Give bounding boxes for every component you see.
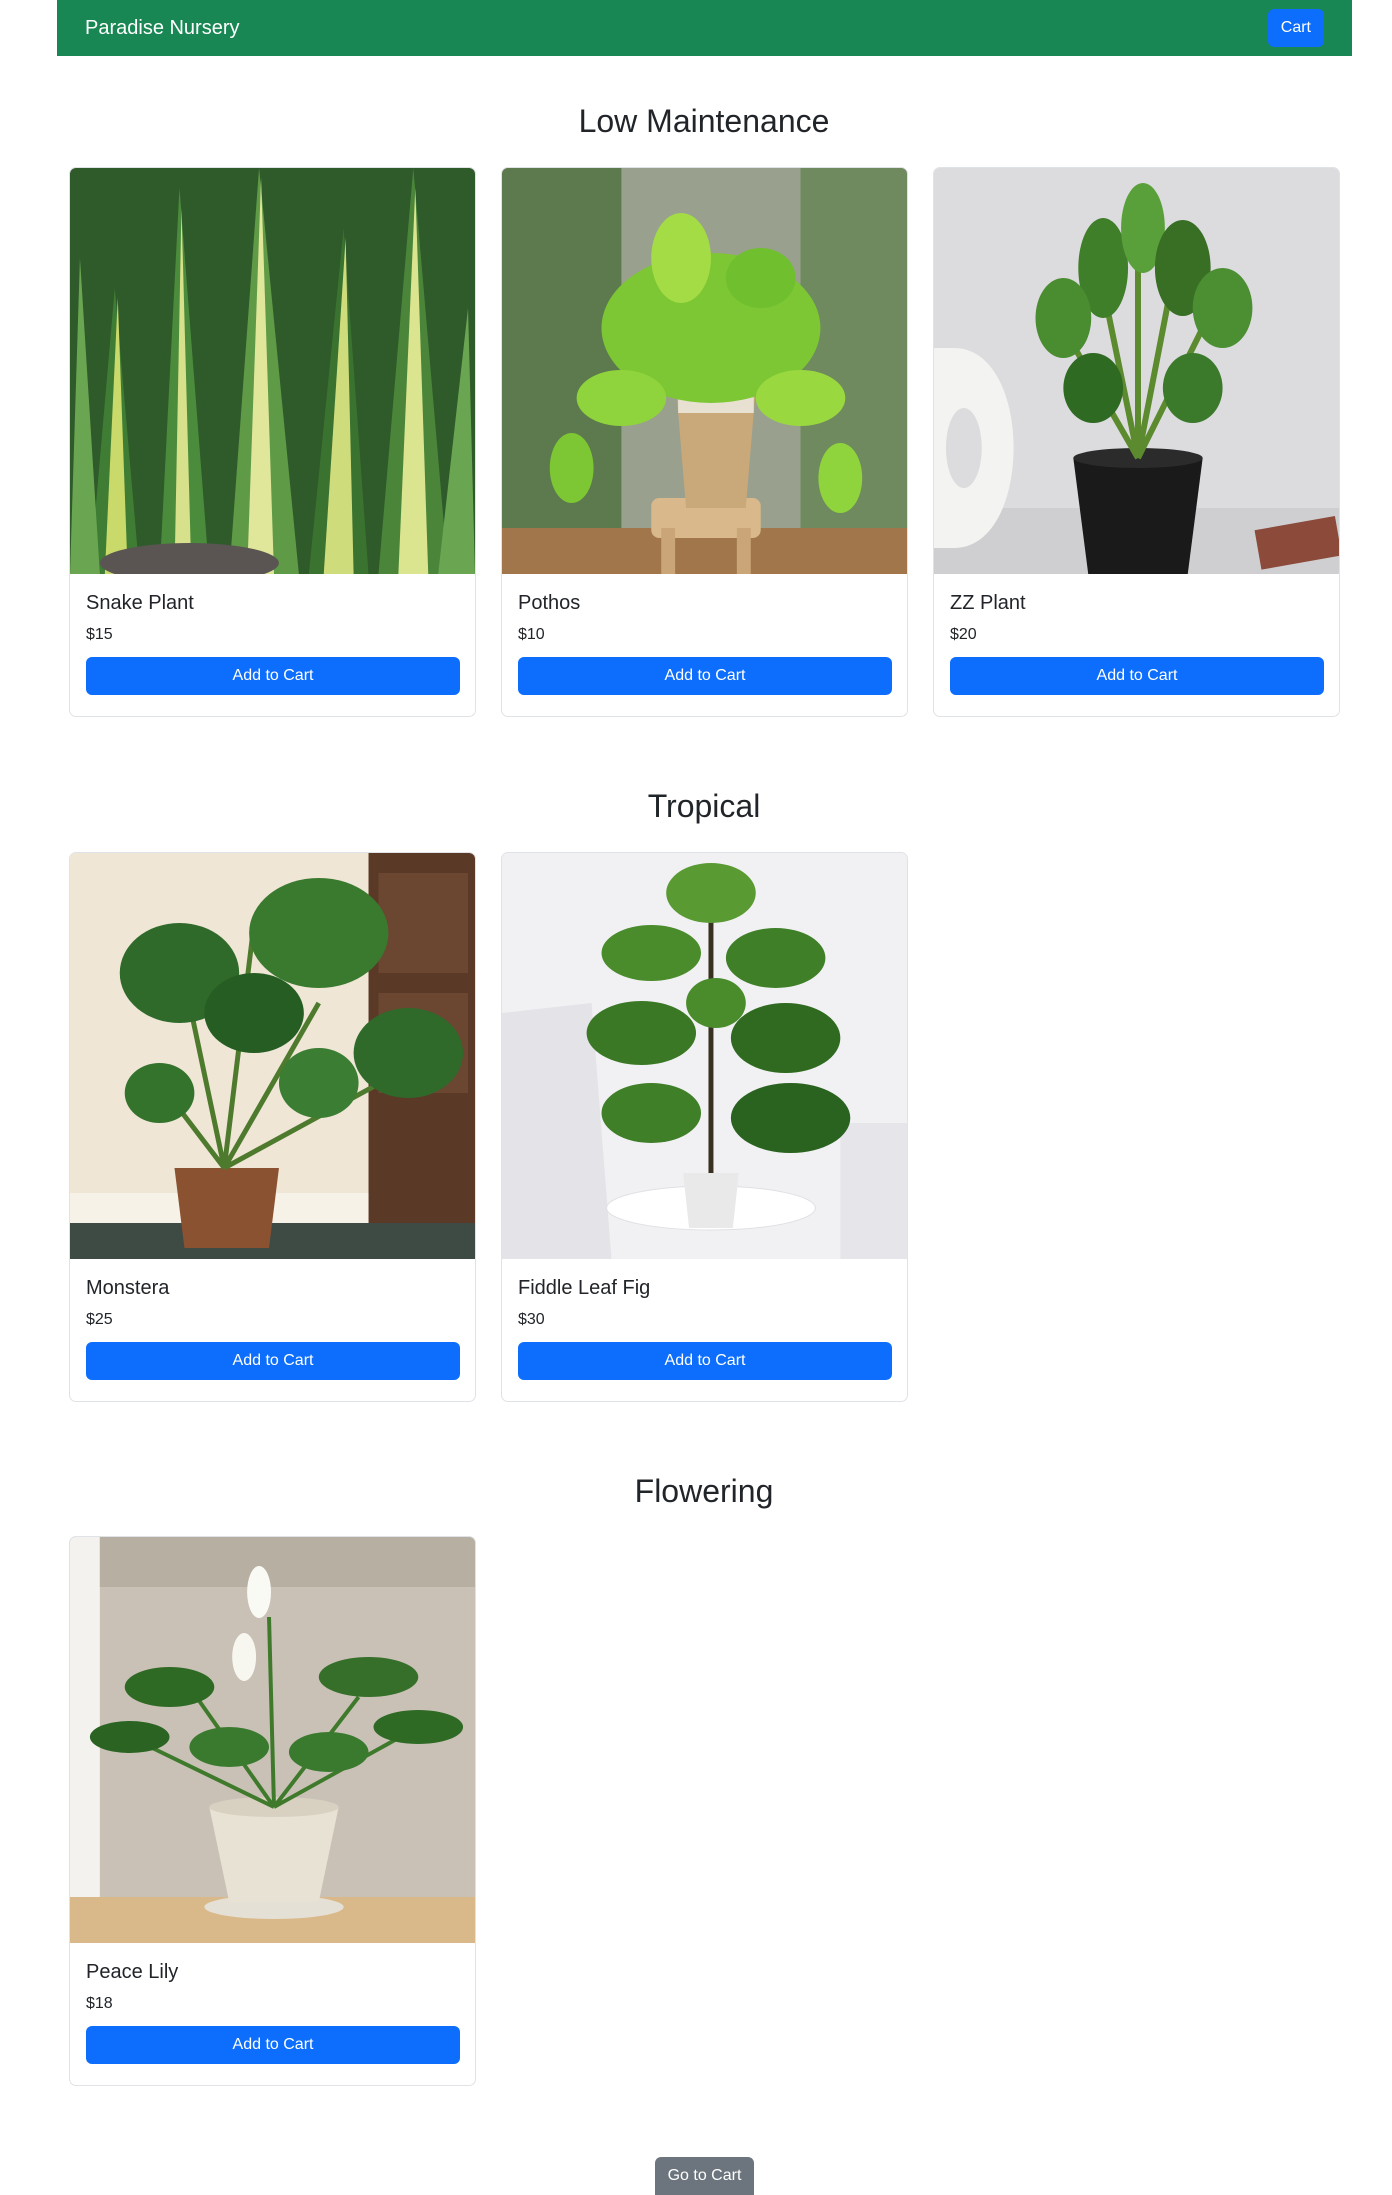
add-to-cart-button[interactable]: Add to Cart [950,657,1324,695]
monstera-photo [70,853,475,1259]
plant-name: Monstera [86,1277,170,1299]
plant-name: ZZ Plant [950,592,1026,614]
cart-button[interactable]: Cart [1267,9,1324,47]
add-to-cart-button[interactable]: Add to Cart [518,657,892,695]
plant-price: $10 [518,626,545,643]
plant-card-peace-lily: Peace Lily $18 Add to Cart [69,1536,476,2086]
brand-name[interactable]: Paradise Nursery [85,17,240,40]
snake-plant-photo [70,168,475,574]
plant-name: Fiddle Leaf Fig [518,1277,651,1299]
add-to-cart-button[interactable]: Add to Cart [86,657,460,695]
go-to-cart-button[interactable]: Go to Cart [655,2157,754,2195]
plant-price: $25 [86,1311,113,1328]
plant-name: Pothos [518,592,581,614]
peace-lily-photo [70,1537,475,1943]
section-title-low-maintenance: Low Maintenance [578,103,830,139]
plant-name: Peace Lily [86,1961,179,1983]
plant-price: $15 [86,626,113,643]
plant-card-pothos: Pothos $10 Add to Cart [501,167,908,717]
zz-plant-photo [934,168,1339,574]
add-to-cart-button[interactable]: Add to Cart [86,2026,460,2064]
add-to-cart-button[interactable]: Add to Cart [86,1342,460,1380]
plant-price: $20 [950,626,977,643]
plant-price: $30 [518,1311,545,1328]
plant-price: $18 [86,1995,113,2012]
fiddle-leaf-fig-photo [502,853,907,1259]
plant-card-zz-plant: ZZ Plant $20 Add to Cart [933,167,1340,717]
navbar: Paradise Nursery Cart [57,0,1352,56]
plant-card-monstera: Monstera $25 Add to Cart [69,852,476,1402]
plant-card-fiddle-leaf-fig: Fiddle Leaf Fig $30 Add to Cart [501,852,908,1402]
section-title-tropical: Tropical [647,788,761,824]
add-to-cart-button[interactable]: Add to Cart [518,1342,892,1380]
plant-card-snake-plant: Snake Plant $15 Add to Cart [69,167,476,717]
section-title-flowering: Flowering [634,1473,774,1509]
plant-name: Snake Plant [86,592,194,614]
pothos-photo [502,168,907,574]
